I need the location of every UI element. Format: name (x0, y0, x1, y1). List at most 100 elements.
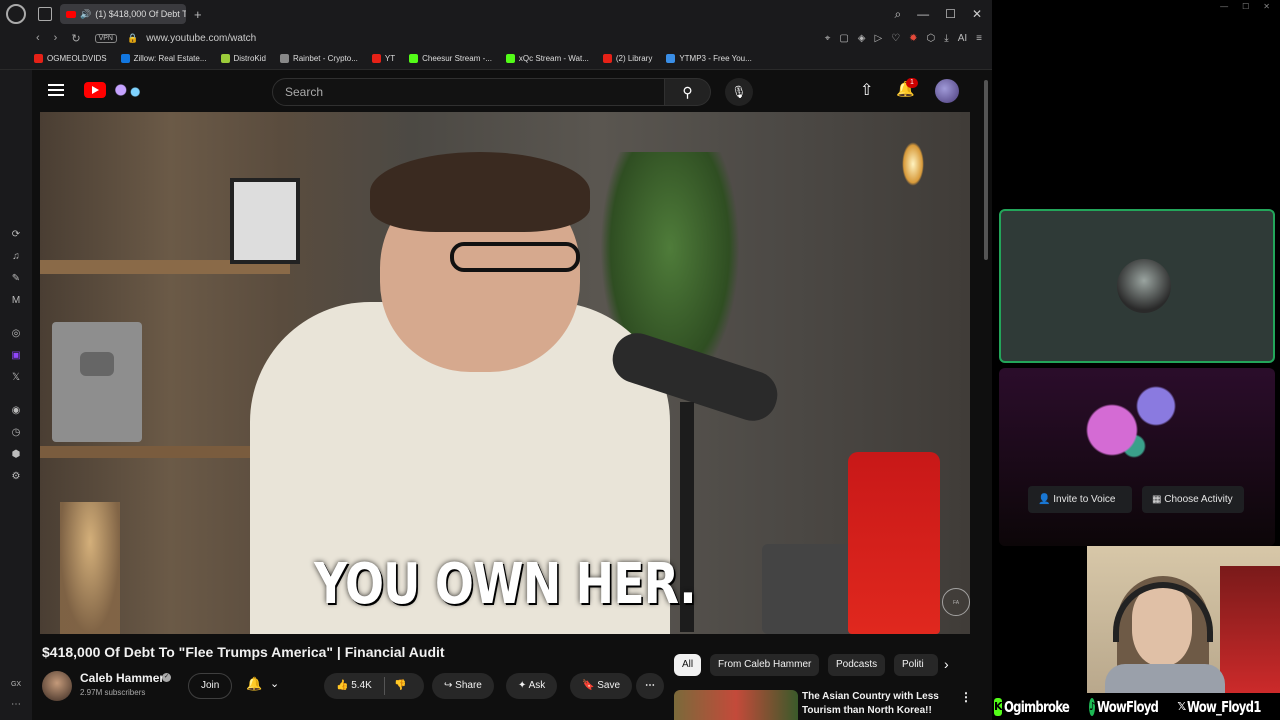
maximize-icon[interactable]: ☐ (945, 7, 956, 21)
play-icon[interactable]: ▷ (874, 33, 882, 44)
choose-activity-button[interactable]: ▦ Choose Activity (1142, 486, 1244, 513)
verified-icon: ✓ (162, 673, 171, 682)
channel-watermark[interactable]: FA (942, 588, 970, 616)
youtube-logo-icon[interactable] (84, 82, 106, 98)
bookmark-item[interactable]: YTMP3 - Free You... (666, 54, 752, 63)
messenger-icon[interactable]: M (10, 295, 22, 307)
bookmark-label: Cheesur Stream -... (422, 54, 492, 63)
bookmark-item[interactable]: YT (371, 54, 396, 63)
voice-participant-tile[interactable] (999, 209, 1275, 363)
settings-icon[interactable]: ⚙ (10, 471, 22, 483)
recommended-thumbnail[interactable] (674, 690, 798, 720)
invite-to-voice-button[interactable]: 👤 Invite to Voice (1028, 486, 1132, 513)
bookmark-label: YT (384, 54, 396, 63)
channel-name[interactable]: Caleb Hammer (80, 671, 164, 685)
clock-icon[interactable]: ◷ (10, 427, 22, 439)
bookmark-label: OGMEOLDVIDS (47, 54, 107, 63)
ask-label: Ask (528, 680, 546, 691)
pin-icon[interactable]: ⌖ (825, 33, 831, 44)
webcam-overlay (1087, 546, 1280, 693)
channel-avatar[interactable] (42, 671, 72, 701)
url-field[interactable]: www.youtube.com/watch (146, 33, 256, 44)
browser-window: 🔊 (1) $418,000 Of Debt T + ⌕ — ☐ ✕ ‹ › ↻… (0, 0, 992, 720)
tab-youtube[interactable]: 🔊 (1) $418,000 Of Debt T (60, 4, 186, 24)
kick-handle: Ogimbroke (1003, 698, 1070, 716)
page-scrollbar[interactable] (980, 70, 992, 720)
bookmark-item[interactable]: Cheesur Stream -... (409, 54, 492, 63)
x-logo-icon: 𝕏 (1177, 700, 1186, 713)
cube-icon[interactable]: ⬢ (10, 449, 22, 461)
recommended-title[interactable]: The Asian Country with Less Tourism than… (802, 690, 962, 718)
search-tabs-icon[interactable]: ⌕ (894, 7, 901, 22)
subscription-bell-icon[interactable]: 🔔 (246, 676, 262, 692)
puzzle-icon[interactable]: ⬡ (927, 33, 936, 44)
reload-icon[interactable]: ↻ (71, 32, 80, 45)
chevron-right-icon[interactable]: › (944, 656, 949, 672)
more-icon[interactable]: ⋯ (10, 699, 22, 711)
account-avatar[interactable] (935, 79, 959, 103)
upload-icon[interactable]: ⇧ (860, 80, 873, 100)
history-icon[interactable]: ⟳ (10, 229, 22, 241)
back-icon[interactable]: ‹ (36, 32, 40, 45)
music-icon[interactable]: ◉ (10, 405, 22, 417)
notes-icon[interactable]: ✎ (10, 273, 22, 285)
discord-maximize-icon[interactable]: ☐ (1242, 2, 1249, 11)
save-button[interactable]: 🔖 Save (570, 673, 633, 699)
ask-button[interactable]: ✦ Ask (506, 673, 558, 699)
hamburger-icon[interactable] (48, 84, 64, 96)
extension-red-icon[interactable]: ✹ (909, 33, 917, 44)
gx-control-icon[interactable]: GX (10, 679, 22, 691)
filter-chip[interactable]: From Caleb Hammer (710, 654, 820, 676)
extension-icons: ⌖ ▢ ◈ ▷ ♡ ✹ ⬡ ⤓ AI ≡ (825, 33, 982, 44)
voice-search-button[interactable]: 🎙 (725, 78, 753, 106)
bookmark-item[interactable]: DistroKid (220, 54, 266, 63)
new-tab-button[interactable]: + (194, 7, 202, 22)
player-icon[interactable]: ♫ (10, 251, 22, 263)
speaker-icon[interactable]: 🔊 (80, 9, 91, 20)
browser-logo-icon[interactable] (6, 4, 26, 24)
bookmark-item[interactable]: Rainbet - Crypto... (279, 54, 358, 63)
scrollbar-thumb[interactable] (984, 80, 988, 260)
tab-manager-icon[interactable] (38, 7, 52, 21)
share-button[interactable]: ↪ Share (432, 673, 494, 699)
discord-minimize-icon[interactable]: — (1220, 2, 1228, 11)
search-input[interactable]: Search (272, 78, 665, 106)
dislike-button[interactable]: 👎 (394, 673, 406, 699)
bookmark-favicon-icon (120, 54, 130, 63)
forward-icon[interactable]: › (54, 32, 58, 45)
video-player[interactable]: YOU OWN HER. FA (40, 112, 970, 634)
bookmark-icon: 🔖 (582, 680, 595, 691)
bookmark-item[interactable]: (2) Library (602, 54, 652, 63)
chevron-down-icon[interactable]: ⌄ (270, 677, 279, 690)
more-horizontal-icon: ⋯ (645, 680, 655, 691)
minimize-icon[interactable]: — (917, 7, 929, 21)
filter-chip[interactable]: Podcasts (828, 654, 886, 676)
vpn-badge[interactable]: VPN (94, 33, 117, 43)
lock-icon[interactable]: 🔒 (127, 33, 138, 44)
bookmark-item[interactable]: Zillow: Real Estate... (120, 54, 207, 63)
filter-chip[interactable]: Politi (894, 654, 938, 676)
recommended-more-icon[interactable]: ⋮ (960, 690, 972, 704)
close-icon[interactable]: ✕ (972, 7, 982, 21)
heart-icon[interactable]: ♡ (891, 33, 900, 44)
discord-icon[interactable]: ◎ (10, 328, 22, 340)
tab-title: (1) $418,000 Of Debt T (95, 9, 186, 19)
bookmark-item[interactable]: xQc Stream - Wat... (505, 54, 589, 63)
discord-close-icon[interactable]: ✕ (1263, 2, 1270, 11)
snapshot-icon[interactable]: ▢ (839, 33, 848, 44)
shield-icon[interactable]: ◈ (858, 33, 866, 44)
twitch-icon[interactable]: ▣ (10, 350, 22, 362)
search-button[interactable]: ⚲ (665, 78, 711, 106)
download-icon[interactable]: ⤓ (944, 33, 948, 44)
menu-icon[interactable]: ≡ (976, 33, 982, 44)
ai-icon[interactable]: AI (958, 33, 967, 44)
more-actions-button[interactable]: ⋯ (636, 673, 664, 699)
like-button[interactable]: 👍 5.4K (336, 680, 372, 691)
video-caption: YOU OWN HER. (314, 552, 696, 617)
bookmark-item[interactable]: OGMEOLDVIDS (34, 54, 107, 63)
bookmark-favicon-icon (505, 54, 515, 63)
join-button[interactable]: Join (188, 673, 233, 699)
youtube-doodle[interactable] (110, 80, 146, 100)
filter-chip[interactable]: All (674, 654, 702, 676)
x-icon[interactable]: 𝕏 (10, 372, 22, 384)
